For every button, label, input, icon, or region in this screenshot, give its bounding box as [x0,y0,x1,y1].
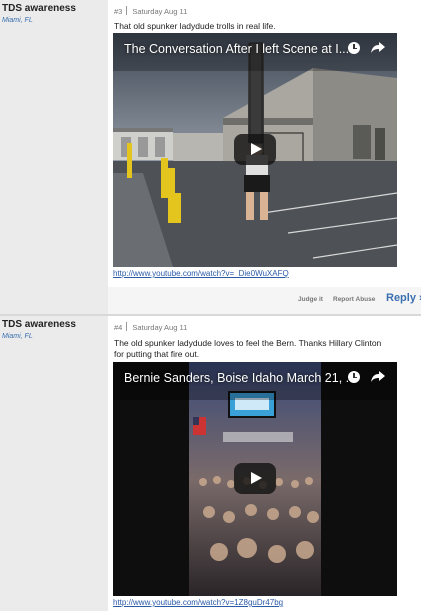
comment-number[interactable]: #4 [114,323,122,332]
youtube-link[interactable]: http://www.youtube.com/watch?v=1Z8guDr47… [113,598,283,607]
watch-later-clock-icon[interactable] [348,371,360,383]
comment-actions-bar: Judge it Report Abuse Reply › [108,287,421,314]
comment-3: TDS awareness Miami, FL #3 Saturday Aug 1… [0,0,421,316]
author-name[interactable]: TDS awareness [2,3,76,14]
comment-meta: #4 Saturday Aug 11 [114,322,187,332]
comment-number[interactable]: #3 [114,7,122,16]
meta-divider [126,322,128,331]
reply-button[interactable]: Reply › [386,292,421,304]
video-title[interactable]: Bernie Sanders, Boise Idaho March 21, ..… [124,371,356,385]
video-title[interactable]: The Conversation After I left Scene at I… [124,42,349,56]
author-location: Miami, FL [2,333,33,340]
meta-divider [126,6,128,15]
comment-body: The old spunker ladydude loves to feel t… [114,338,381,360]
author-name[interactable]: TDS awareness [2,319,76,330]
author-sidebar: TDS awareness Miami, FL [0,316,108,611]
video-embed[interactable]: The Conversation After I left Scene at I… [113,33,397,267]
watch-later-clock-icon[interactable] [348,42,360,54]
judge-it-button[interactable]: Judge it [298,296,323,303]
youtube-link[interactable]: http://www.youtube.com/watch?v=_Die0WuXA… [113,269,289,278]
comment-body-line-1: The old spunker ladydude loves to feel t… [114,338,382,348]
author-location: Miami, FL [2,17,33,24]
comment-body-line-2: for putting that fire out. [114,349,200,359]
share-arrow-icon[interactable] [370,368,386,384]
comment-date: Saturday Aug 11 [132,323,188,332]
comment-meta: #3 Saturday Aug 11 [114,6,187,16]
comment-4: TDS awareness Miami, FL #4 Saturday Aug 1… [0,316,421,611]
play-button-icon[interactable] [234,134,276,165]
report-abuse-button[interactable]: Report Abuse [333,296,375,303]
comment-date: Saturday Aug 11 [132,7,188,16]
author-sidebar: TDS awareness Miami, FL [0,0,108,316]
comment-body: That old spunker ladydude trolls in real… [114,21,276,31]
video-embed[interactable]: Bernie Sanders, Boise Idaho March 21, ..… [113,362,397,596]
share-arrow-icon[interactable] [370,39,386,55]
play-button-icon[interactable] [234,463,276,494]
